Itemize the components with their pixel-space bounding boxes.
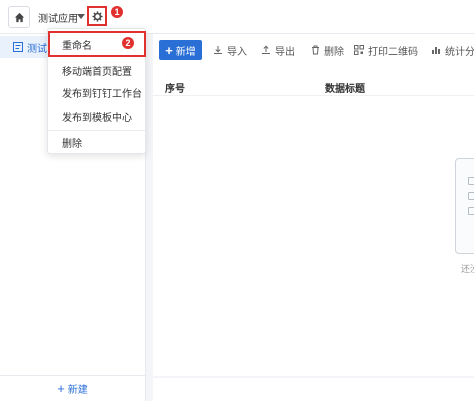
checkbox-icon — [468, 207, 474, 215]
empty-state-text: 还没 — [461, 264, 474, 274]
checkbox-icon — [468, 192, 474, 200]
sidebar-new-label: 新建 — [67, 385, 88, 396]
trash-icon — [312, 45, 319, 55]
home-icon — [14, 12, 24, 22]
import-label: 导入 — [227, 46, 247, 58]
form-icon — [13, 42, 23, 52]
toolbar: + 新增 导入 导出 删除 打印二维码 统计分 — [153, 40, 474, 62]
bar-chart-icon — [432, 47, 440, 54]
column-header-seq[interactable]: 序号 — [165, 80, 185, 95]
stats-label: 统计分析 — [445, 46, 474, 58]
step-badge-1: 1 — [110, 5, 124, 19]
main-panel: + 新增 导入 导出 删除 打印二维码 统计分 序号 数据标题 还 — [153, 34, 474, 376]
add-button[interactable]: + 新增 — [159, 40, 202, 60]
table-header: 序号 数据标题 — [153, 76, 474, 96]
settings-button[interactable] — [87, 6, 107, 26]
empty-state-illustration — [455, 158, 474, 254]
sidebar-new-button[interactable]: + 新建 — [0, 375, 145, 401]
home-button[interactable] — [8, 6, 30, 28]
stats-button[interactable]: 统计分析 — [431, 40, 474, 60]
upload-icon — [262, 45, 270, 54]
import-button[interactable]: 导入 — [213, 40, 247, 60]
print-qr-button[interactable]: 打印二维码 — [354, 40, 418, 60]
sidebar-item-label: 测试 — [27, 43, 47, 55]
main-footer — [153, 378, 474, 401]
print-qr-label: 打印二维码 — [368, 46, 418, 58]
gear-icon — [91, 10, 103, 22]
chevron-down-icon[interactable] — [77, 14, 85, 19]
export-button[interactable]: 导出 — [261, 40, 295, 60]
delete-button[interactable]: 删除 — [311, 40, 344, 60]
menu-item-publish-template[interactable]: 发布到模板中心 — [48, 103, 147, 129]
checkbox-icon — [468, 177, 474, 185]
qr-code-icon — [354, 45, 364, 55]
export-label: 导出 — [275, 46, 295, 58]
plus-icon: + — [165, 42, 173, 58]
delete-label: 删除 — [324, 46, 344, 58]
column-header-title[interactable]: 数据标题 — [325, 80, 365, 95]
menu-item-publish-dingtalk[interactable]: 发布到钉钉工作台 — [48, 79, 147, 105]
step-badge-2: 2 — [121, 36, 135, 50]
download-icon — [214, 46, 222, 54]
menu-item-delete[interactable]: 删除 — [48, 129, 147, 155]
plus-icon: + — [57, 381, 65, 396]
add-button-label: 新增 — [175, 46, 196, 58]
app-title[interactable]: 测试应用 — [38, 10, 78, 25]
